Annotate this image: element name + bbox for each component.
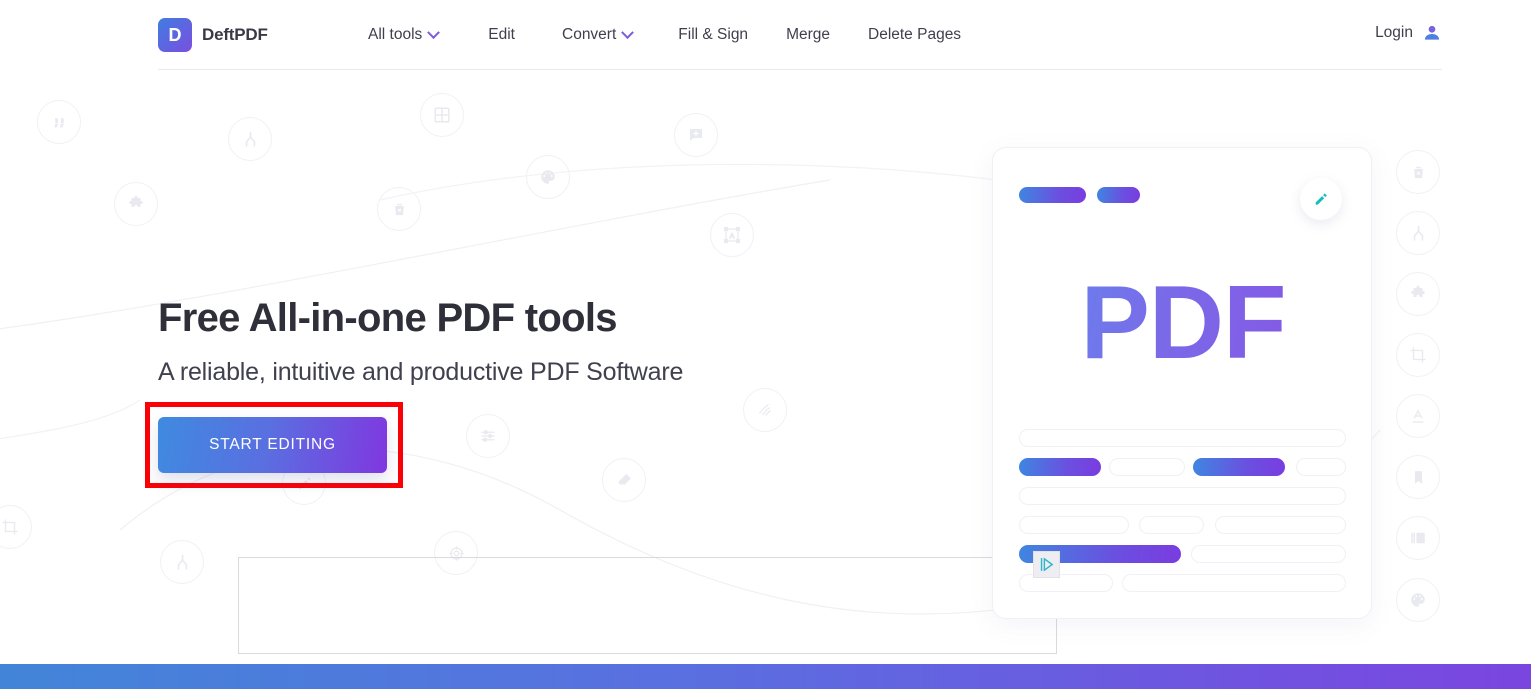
- merge-icon: [1396, 211, 1440, 255]
- toolbar-pill-2: [1097, 187, 1140, 203]
- crop-icon: [0, 505, 32, 549]
- doc-line-5-empty: [1191, 545, 1346, 563]
- puzzle-icon: [114, 182, 158, 226]
- nav-item-all-tools[interactable]: All tools: [368, 23, 441, 47]
- nav-item-convert[interactable]: Convert: [562, 23, 635, 47]
- nav-item-merge[interactable]: Merge: [786, 23, 830, 47]
- play-cursor-badge[interactable]: [1033, 551, 1060, 578]
- nav-label: All tools: [368, 26, 423, 43]
- nav-label: Convert: [562, 26, 617, 43]
- hero-subtitle: A reliable, intuitive and productive PDF…: [158, 358, 684, 386]
- brand-logo[interactable]: D DeftPDF: [158, 18, 268, 52]
- nav-label: Edit: [488, 26, 515, 43]
- nav-label: Merge: [786, 26, 830, 43]
- nav-label: Delete Pages: [868, 26, 962, 43]
- chevron-down-icon: [427, 25, 441, 39]
- image-icon: [1396, 516, 1440, 560]
- user-account-icon: [1424, 25, 1440, 40]
- doc-line-2-filled-b: [1193, 458, 1285, 476]
- pdf-preview-card: PDF: [992, 147, 1372, 619]
- logo-text: DeftPDF: [202, 25, 268, 44]
- nav-item-edit[interactable]: Edit: [488, 23, 515, 47]
- palette-icon: [526, 155, 570, 199]
- main-navigation: All tools Edit Convert Fill & Sign Merge…: [368, 23, 961, 47]
- header-divider: [158, 69, 1442, 70]
- comment-add-icon: [674, 113, 718, 157]
- login-label: Login: [1375, 24, 1413, 41]
- hero-section: Free All-in-one PDF tools A reliable, in…: [158, 293, 683, 389]
- sliders-icon: [466, 414, 510, 458]
- text-box-icon: A: [710, 213, 754, 257]
- doc-line-2-empty-b: [1296, 458, 1346, 476]
- doc-line-1: [1019, 429, 1346, 447]
- content-placeholder-frame: [238, 557, 1057, 654]
- quote-icon: [37, 100, 81, 144]
- watermark-icon: [743, 388, 787, 432]
- svg-text:A: A: [730, 233, 735, 240]
- doc-line-4-a: [1019, 516, 1129, 534]
- text-underline-icon: [1396, 394, 1440, 438]
- nav-item-delete-pages[interactable]: Delete Pages: [868, 23, 961, 47]
- login-button[interactable]: Login: [1375, 23, 1442, 43]
- grid-icon: [420, 93, 464, 137]
- doc-line-2-empty-a: [1109, 458, 1185, 476]
- doc-line-4-c: [1215, 516, 1346, 534]
- doc-line-6-b: [1122, 574, 1346, 592]
- toolbar-pill-1: [1019, 187, 1086, 203]
- bookmark-icon: [1396, 455, 1440, 499]
- doc-line-2-filled: [1019, 458, 1101, 476]
- page-title: Free All-in-one PDF tools: [158, 296, 618, 340]
- doc-line-4-b: [1139, 516, 1204, 534]
- pdf-wordmark: PDF: [993, 271, 1373, 375]
- footer-accent-bar: [0, 664, 1531, 689]
- start-editing-button[interactable]: START EDITING: [158, 417, 387, 473]
- play-cursor-icon: [1040, 557, 1054, 572]
- nav-label: Fill & Sign: [678, 26, 749, 43]
- pencil-edit-icon: [1315, 193, 1327, 205]
- palette-icon: [1396, 578, 1440, 622]
- merge-icon: [160, 540, 204, 584]
- crop-icon: [1396, 333, 1440, 377]
- site-header: D DeftPDF All tools Edit Convert Fill & …: [0, 0, 1531, 70]
- page-root: A D DeftPDF All tools Edit Convert Fill …: [0, 0, 1531, 689]
- chevron-down-icon: [621, 25, 635, 39]
- edit-badge[interactable]: [1300, 178, 1342, 220]
- delete-icon: [377, 187, 421, 231]
- eraser-icon: [602, 458, 646, 502]
- nav-item-fill-and-sign[interactable]: Fill & Sign: [678, 23, 748, 47]
- merge-icon: [228, 117, 272, 161]
- delete-icon: [1396, 150, 1440, 194]
- puzzle-icon: [1396, 272, 1440, 316]
- logo-mark: D: [158, 18, 192, 52]
- doc-line-3: [1019, 487, 1346, 505]
